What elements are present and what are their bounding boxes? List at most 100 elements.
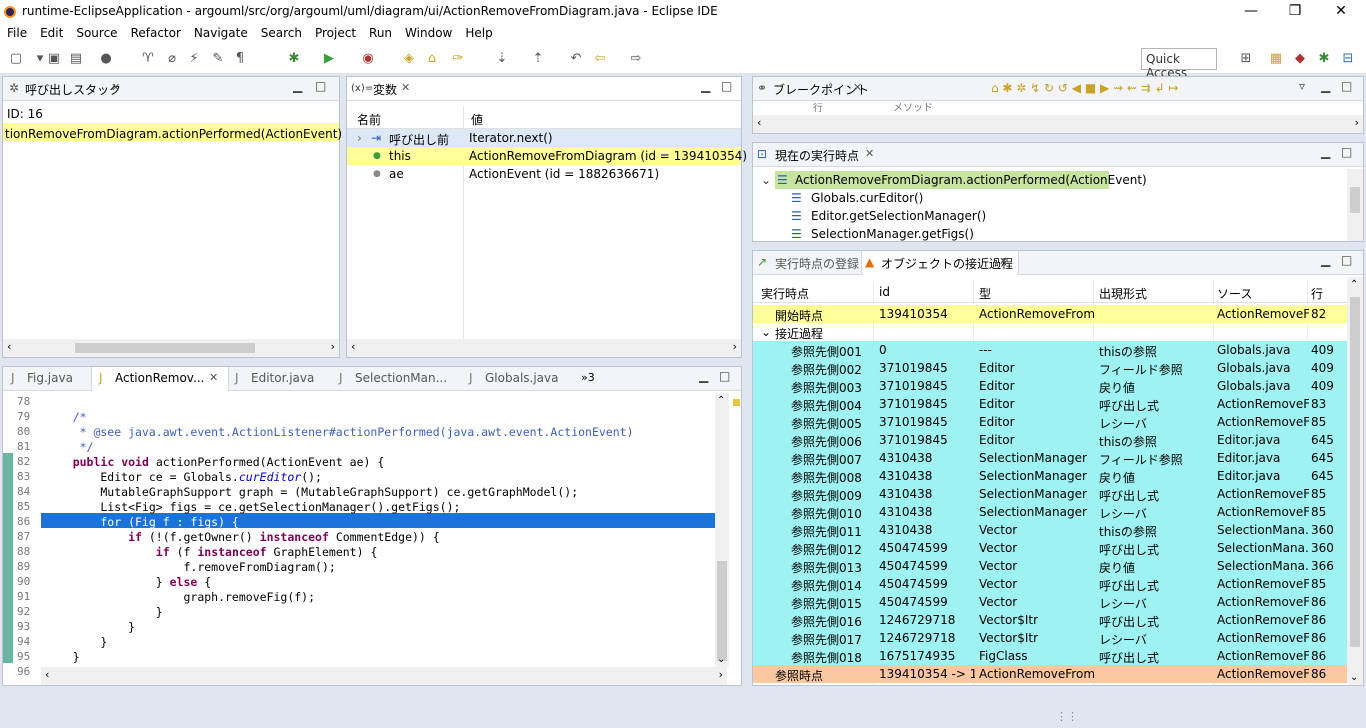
table-row[interactable]: 開始時点 139410354 ActionRemoveFrom... ActionRe… (753, 305, 1347, 323)
tree-item[interactable]: ⌄ ☰ ActionRemoveFromDiagram.actionPerfor… (753, 171, 1363, 189)
list-item[interactable]: tionRemoveFromDiagram.actionPerformed(Ac… (3, 123, 381, 141)
editor-tab-active[interactable]: ActionRemov... (115, 371, 204, 385)
maximize-icon[interactable]: □ (1341, 79, 1352, 93)
last-edit-icon[interactable]: ↶ (568, 51, 584, 67)
table-row[interactable]: 参照先側017 1246729718 Vector$Itr レシーバ ActionRem… (753, 629, 1347, 647)
close-icon[interactable]: ✕ (865, 147, 874, 160)
tree-item[interactable]: ☰ SelectionManager.getFigs() (753, 225, 1363, 243)
editor-tab[interactable]: Globals.java (485, 371, 559, 385)
build-icon[interactable]: ⚡ (186, 51, 202, 67)
code-line[interactable]: } (45, 635, 107, 649)
column-header[interactable]: id (879, 285, 890, 299)
debug-icon[interactable]: ✱ (286, 51, 302, 67)
table-row[interactable]: 参照先側002 371019845 Editor フィールド参照 Globals.jav… (753, 359, 1347, 377)
code-line[interactable]: List<Fig> figs = ce.getSelectionManager(… (45, 500, 460, 514)
column-header[interactable]: 実行時点 (761, 285, 809, 302)
call-stack-tab-label[interactable]: 呼び出しスタック (25, 81, 121, 98)
tab-register-execution[interactable]: 実行時点の登録 (775, 255, 859, 272)
code-line[interactable]: graph.removeFig(f); (45, 590, 315, 604)
table-row[interactable]: 参照先側016 1246729718 Vector$Itr 呼び出し式 ActionRe… (753, 611, 1347, 629)
column-header-name[interactable]: 名前 (357, 111, 381, 128)
collapse-icon[interactable]: ⌄ (761, 325, 771, 339)
close-icon[interactable]: ✕ (401, 81, 410, 94)
search-icon[interactable]: ✑ (450, 51, 466, 67)
minimize-icon[interactable]: ▁ (701, 79, 710, 93)
horizontal-scrollbar[interactable]: ‹ › (3, 339, 339, 357)
maximize-icon[interactable]: □ (721, 79, 732, 93)
maximize-icon[interactable]: □ (1341, 145, 1352, 159)
collapse-icon[interactable]: ⌄ (761, 173, 771, 187)
column-header-value[interactable]: 値 (471, 111, 483, 128)
maximize-icon[interactable]: □ (315, 79, 326, 93)
close-icon[interactable]: ✕ (999, 255, 1008, 268)
save-icon[interactable]: ▣ (46, 51, 62, 67)
minimize-button[interactable]: — (1228, 0, 1274, 24)
table-row[interactable]: ● this ActionRemoveFromDiagram (id = 139… (347, 147, 747, 165)
editor-tab[interactable]: Fig.java (27, 371, 73, 385)
code-line[interactable]: * @see java.awt.event.ActionListener#act… (45, 425, 634, 439)
code-line[interactable]: if (!(f.getOwner() instanceof CommentEdg… (45, 530, 440, 544)
open-type-icon[interactable]: ◈ (401, 51, 417, 67)
tab-overflow-button[interactable]: »3 (581, 371, 595, 384)
column-header[interactable]: 行 (1311, 285, 1323, 302)
tree-item[interactable]: ☰ Globals.curEditor() (753, 189, 1363, 207)
current-execution-tab-label[interactable]: 現在の実行時点 (775, 147, 859, 164)
table-row[interactable]: 参照先側013 450474599 Vector 戻り値 SelectionMana..… (753, 557, 1347, 575)
table-row[interactable]: 参照先側004 371019845 Editor 呼び出し式 ActionRemoveF… (753, 395, 1347, 413)
table-row[interactable]: 参照先側001 0 --- thisの参照 Globals.java 409 (753, 341, 1347, 359)
next-annotation-icon[interactable]: ⇣ (494, 51, 510, 67)
java-ee-perspective-icon[interactable]: ◆ (1292, 51, 1308, 67)
back-icon[interactable]: ⇦ (592, 51, 608, 67)
menu-edit[interactable]: Edit (33, 24, 69, 40)
format-icon[interactable]: ✎ (210, 51, 226, 67)
menu-window[interactable]: Window (398, 24, 458, 40)
tree-group-row[interactable]: ⌄ 接近過程 (753, 323, 1347, 341)
minimize-icon[interactable]: ▁ (1321, 145, 1330, 159)
close-button[interactable]: ✕ (1318, 0, 1364, 24)
menu-help[interactable]: Help (458, 24, 498, 40)
table-row[interactable]: 参照先側008 4310438 SelectionManager 戻り値 Editor.… (753, 467, 1347, 485)
horizontal-scrollbar[interactable]: ‹ › (41, 667, 727, 685)
code-line[interactable]: } else { (45, 575, 211, 589)
vertical-scrollbar[interactable]: ⌃ ⌄ (715, 393, 729, 667)
external-tools-icon[interactable]: ◉ (360, 51, 376, 67)
minimize-icon[interactable]: ▁ (1321, 79, 1330, 93)
prev-annotation-icon[interactable]: ⇡ (530, 51, 546, 67)
pilcrow-icon[interactable]: ¶ (232, 51, 248, 67)
debug-perspective-button-icon[interactable]: ✱ (1316, 51, 1332, 67)
menu-search[interactable]: Search (254, 24, 308, 40)
run-icon[interactable]: ▶ (321, 51, 337, 67)
code-line[interactable]: f.removeFromDiagram(); (45, 560, 335, 574)
maximize-icon[interactable]: □ (1341, 253, 1352, 267)
code-line[interactable]: } (45, 650, 80, 664)
code-line[interactable]: MutableGraphSupport graph = (MutableGrap… (45, 485, 578, 499)
code-line[interactable]: if (f instanceof GraphElement) { (45, 545, 378, 559)
open-perspective-icon[interactable]: ⊞ (1238, 51, 1254, 67)
open-folder-icon[interactable]: ⌂ (424, 51, 440, 67)
table-row[interactable]: 参照時点 139410354 -> 1... ActionRemoveFrom...… (753, 665, 1347, 683)
variables-tab-label[interactable]: 変数 (373, 81, 397, 98)
horizontal-scrollbar[interactable]: ‹ › (753, 115, 1363, 133)
forward-icon[interactable]: ⇨ (628, 51, 644, 67)
tree-item[interactable]: ☰ Editor.getSelectionManager() (753, 207, 1363, 225)
code-line[interactable]: /* (45, 410, 87, 424)
menu-navigate[interactable]: Navigate (187, 24, 254, 40)
restore-button[interactable]: ❐ (1272, 0, 1318, 24)
minimize-icon[interactable]: ▁ (699, 369, 708, 383)
table-row[interactable]: 参照先側006 371019845 Editor thisの参照 Editor.java… (753, 431, 1347, 449)
debug-perspective-icon[interactable]: ● (98, 51, 114, 67)
list-item[interactable]: ID: 16 (3, 105, 339, 123)
table-row[interactable]: 参照先側003 371019845 Editor 戻り値 Globals.java 409 (753, 377, 1347, 395)
vertical-scrollbar[interactable]: ⌃ ⌄ (1347, 277, 1363, 685)
layout-perspective-icon[interactable]: ⊟ (1340, 51, 1356, 67)
table-row[interactable]: 参照先側015450474599VectorレシーバActionRemoveF.… (753, 593, 1347, 611)
new-icon[interactable]: ▢ (8, 51, 24, 67)
menu-project[interactable]: Project (308, 24, 362, 40)
overview-ruler-marker[interactable] (733, 399, 740, 406)
code-line[interactable]: Editor ce = Globals.curEditor(); (45, 470, 322, 484)
vertical-scrollbar[interactable] (1347, 169, 1363, 241)
editor-tab[interactable]: Editor.java (251, 371, 314, 385)
table-row[interactable]: › ⇥ 呼び出し前 Iterator.next() (347, 129, 741, 147)
editor-tab[interactable]: SelectionMan... (355, 371, 447, 385)
close-icon[interactable]: ✕ (111, 81, 120, 94)
